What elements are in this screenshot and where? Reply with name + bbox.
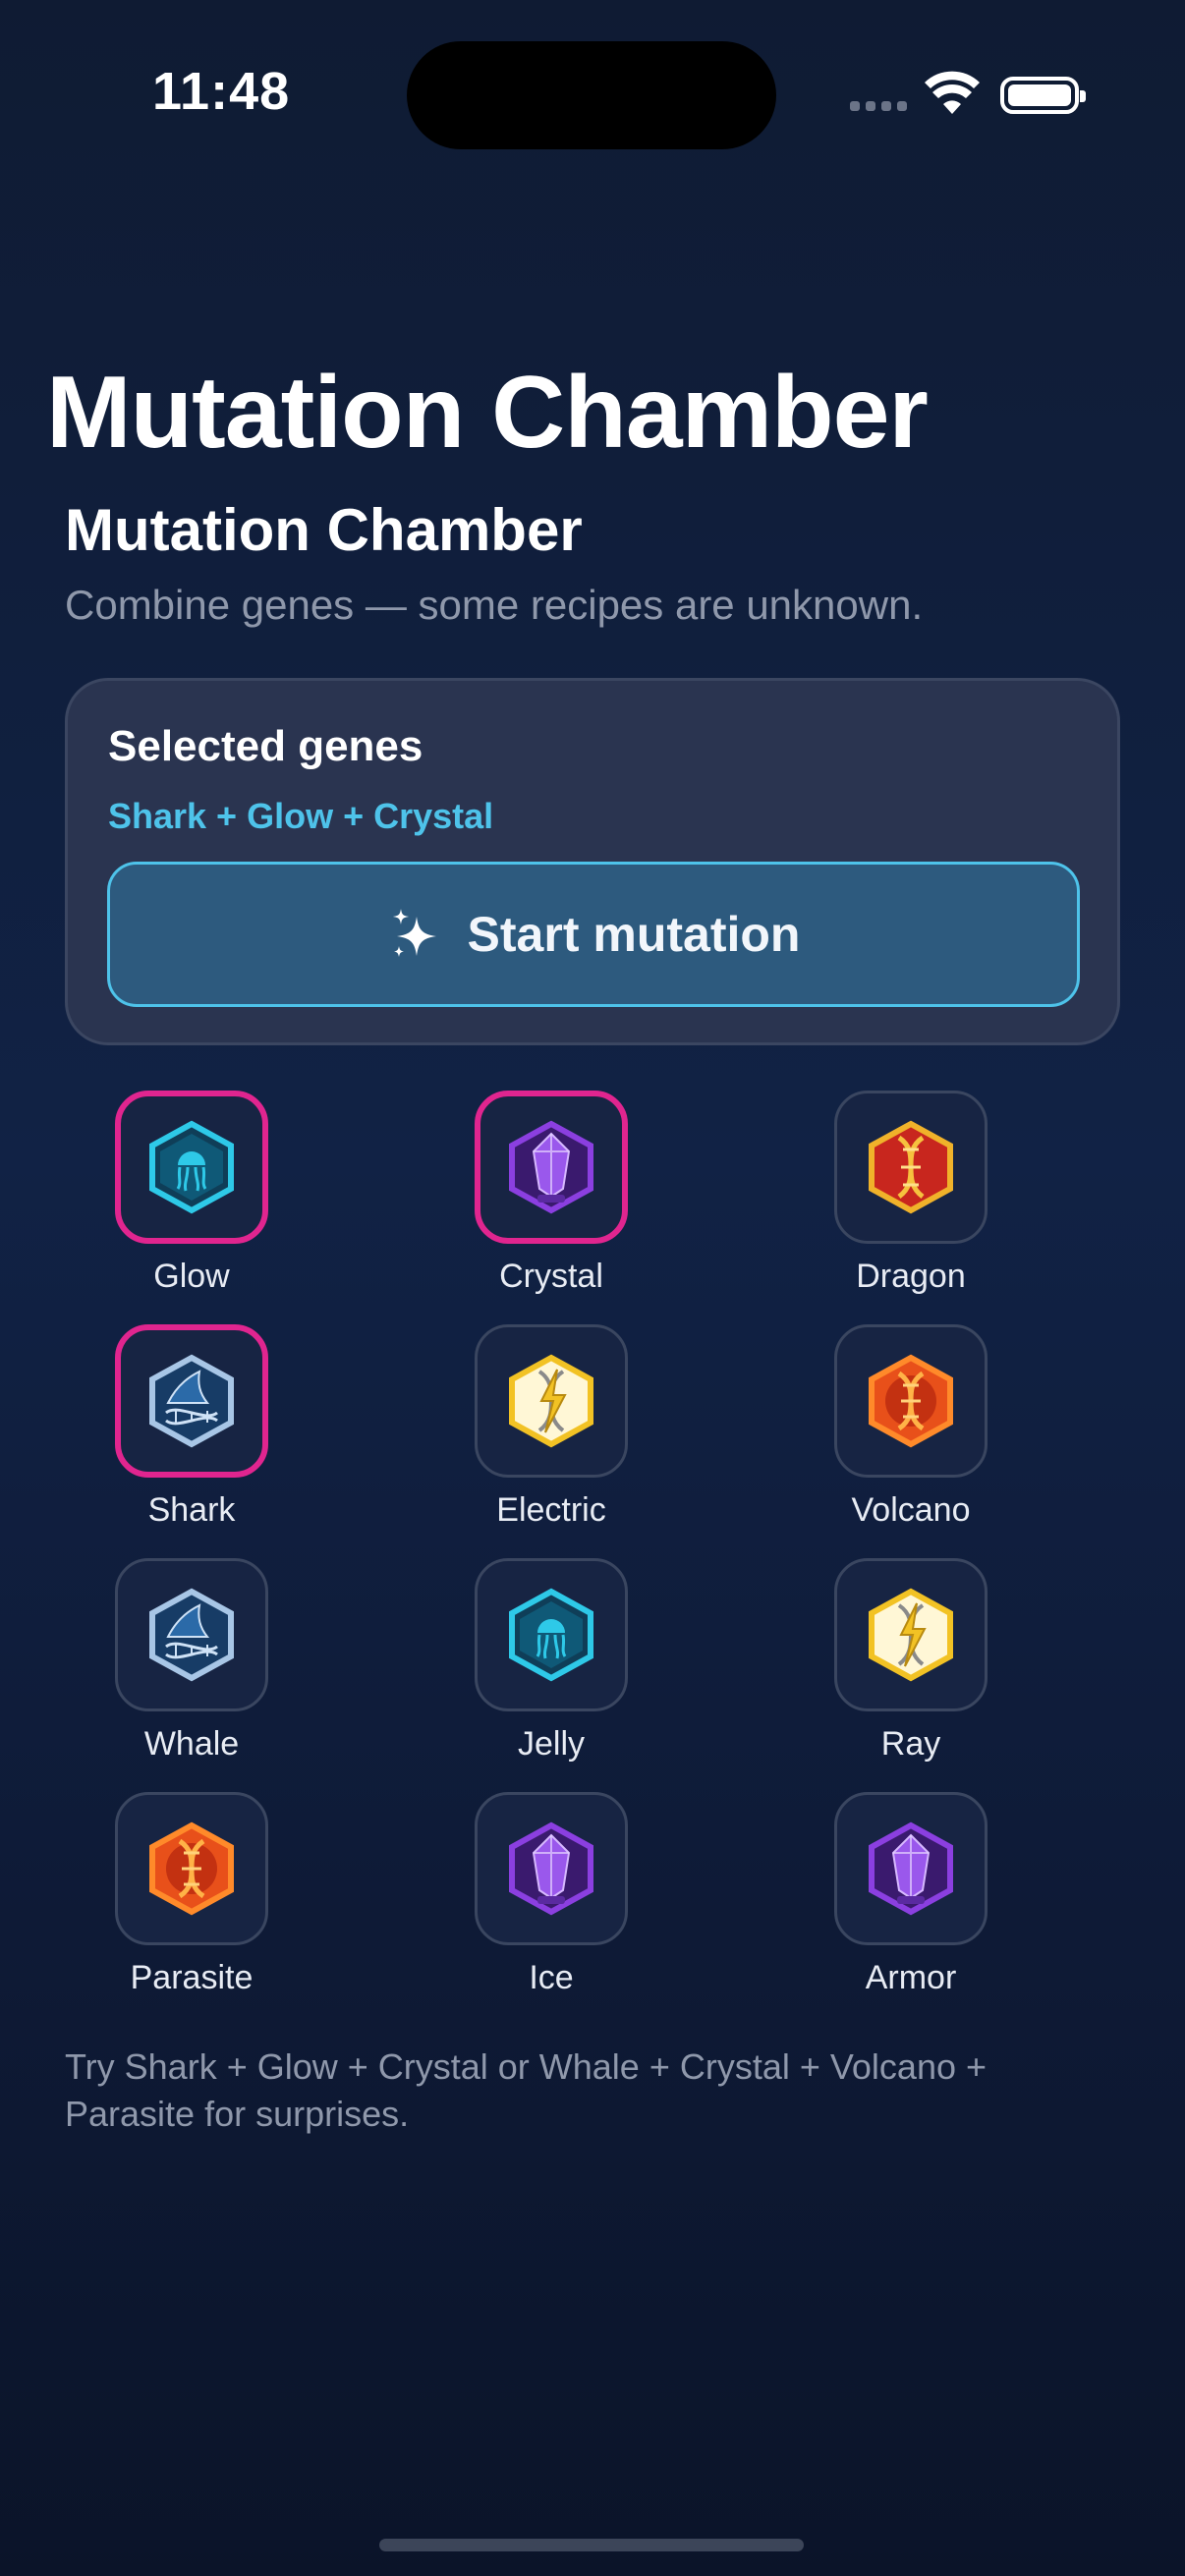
gene-jelly[interactable]: Jelly (424, 1558, 660, 1794)
jellyfish-icon (149, 1120, 234, 1214)
gene-tile[interactable] (834, 1792, 988, 1945)
battery-icon (1000, 77, 1086, 114)
gene-label: Volcano (851, 1491, 971, 1529)
gene-ray[interactable]: Ray (784, 1558, 1020, 1794)
shark-dna-icon (149, 1588, 234, 1682)
lightning-dna-icon (869, 1588, 953, 1682)
dynamic-island (407, 41, 776, 149)
gene-ice[interactable]: Ice (424, 1792, 660, 2028)
gene-tile[interactable] (115, 1792, 268, 1945)
page-description: Combine genes — some recipes are unknown… (65, 582, 924, 628)
status-bar: 11:48 (0, 0, 1185, 196)
gene-tile[interactable] (834, 1558, 988, 1711)
gene-shark[interactable]: Shark (65, 1324, 301, 1560)
gene-parasite[interactable]: Parasite (65, 1792, 301, 2028)
crystal-icon (509, 1120, 593, 1214)
gene-tile[interactable] (475, 1324, 628, 1478)
wifi-icon (925, 71, 980, 114)
gene-dragon[interactable]: Dragon (784, 1091, 1020, 1326)
gene-glow[interactable]: Glow (65, 1091, 301, 1326)
gene-tile[interactable] (834, 1324, 988, 1478)
selected-genes-combo: Shark + Glow + Crystal (108, 796, 494, 836)
gene-tile[interactable] (475, 1792, 628, 1945)
gene-tile[interactable] (115, 1558, 268, 1711)
gene-crystal[interactable]: Crystal (424, 1091, 660, 1326)
gene-label: Glow (153, 1258, 230, 1295)
large-title: Mutation Chamber (46, 356, 929, 470)
gene-label: Armor (865, 1959, 957, 1996)
hint-text: Try Shark + Glow + Crystal or Whale + Cr… (65, 2046, 988, 2134)
jellyfish-icon (509, 1588, 593, 1682)
gene-label: Crystal (499, 1258, 603, 1295)
gene-tile[interactable] (115, 1091, 268, 1244)
crystal-icon (509, 1821, 593, 1916)
dragon-dna-icon (869, 1120, 953, 1214)
status-time: 11:48 (152, 62, 291, 121)
gene-label: Ice (529, 1959, 574, 1996)
sparkles-icon (392, 909, 436, 957)
gene-label: Ray (880, 1725, 941, 1763)
selected-genes-title: Selected genes (108, 722, 423, 770)
gene-tile[interactable] (475, 1091, 628, 1244)
shark-dna-icon (149, 1354, 234, 1448)
gene-label: Electric (496, 1491, 606, 1529)
cellular-signal-icon (850, 101, 907, 111)
volcano-dna-icon (149, 1821, 234, 1916)
selected-genes-card: Selected genes Shark + Glow + Crystal St… (65, 678, 1120, 1045)
volcano-dna-icon (869, 1354, 953, 1448)
gene-tile[interactable] (834, 1091, 988, 1244)
gene-electric[interactable]: Electric (424, 1324, 660, 1560)
gene-label: Dragon (856, 1258, 966, 1295)
crystal-icon (869, 1821, 953, 1916)
gene-tile[interactable] (115, 1324, 268, 1478)
gene-whale[interactable]: Whale (65, 1558, 301, 1794)
gene-label: Jelly (517, 1725, 586, 1763)
home-indicator[interactable] (379, 2539, 804, 2551)
lightning-dna-icon (509, 1354, 593, 1448)
gene-label: Whale (143, 1725, 240, 1763)
start-mutation-label: Start mutation (467, 907, 801, 962)
gene-tile[interactable] (475, 1558, 628, 1711)
page-title: Mutation Chamber (65, 497, 583, 563)
gene-label: Parasite (130, 1959, 254, 1996)
start-mutation-button[interactable]: Start mutation (107, 862, 1080, 1007)
gene-volcano[interactable]: Volcano (784, 1324, 1020, 1560)
gene-label: Shark (147, 1491, 236, 1529)
gene-armor[interactable]: Armor (784, 1792, 1020, 2028)
